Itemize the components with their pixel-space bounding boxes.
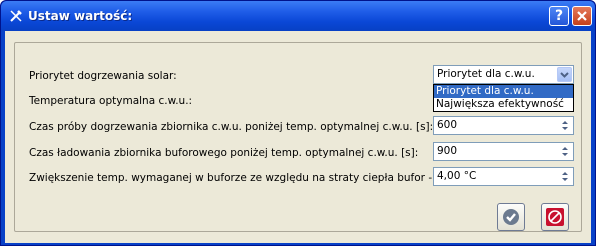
priority-select[interactable]: Priorytet dla c.w.u. xyxy=(433,65,574,84)
buffer-temp-increase-spinner[interactable]: 4,00 °C xyxy=(433,167,574,186)
label-buffer-temp-increase: Zwiększenie temp. wymaganej w buforze ze… xyxy=(29,172,458,184)
window-title: Ustaw wartość: xyxy=(28,9,133,23)
dropdown-option[interactable]: Priorytet dla c.w.u. xyxy=(434,85,573,98)
close-button[interactable] xyxy=(572,6,592,26)
dropdown-button[interactable] xyxy=(557,67,572,82)
label-optimal-temp: Temperatura optymalna c.w.u.: xyxy=(29,95,193,107)
close-icon xyxy=(577,11,587,21)
buffer-charge-time-spinner[interactable]: 900 xyxy=(433,142,574,161)
settings-panel: Priorytet dogrzewania solar: Temperatura… xyxy=(14,42,582,232)
label-priority: Priorytet dogrzewania solar: xyxy=(29,70,177,82)
dhw-trial-time-spinner[interactable]: 600 xyxy=(433,116,574,135)
label-buffer-charge-time: Czas ładowania zbiornika buforowego poni… xyxy=(29,147,419,159)
spinner-arrows-icon[interactable] xyxy=(559,118,571,133)
dialog-body: Priorytet dogrzewania solar: Temperatura… xyxy=(5,31,591,243)
spinner-arrows-icon[interactable] xyxy=(559,144,571,159)
title-bar[interactable]: Ustaw wartość: ? xyxy=(1,1,595,31)
chevron-down-icon xyxy=(560,72,569,78)
check-icon xyxy=(503,209,519,225)
spinner-value: 4,00 °C xyxy=(437,170,477,182)
dialog-window: Ustaw wartość: ? Priorytet dogrzewania s… xyxy=(0,0,596,246)
spinner-value: 600 xyxy=(437,119,458,131)
cancel-button[interactable] xyxy=(541,203,569,231)
spinner-value: 900 xyxy=(437,145,458,157)
tools-icon xyxy=(10,10,22,22)
dropdown-option[interactable]: Największa efektywność xyxy=(434,98,573,111)
priority-dropdown-list: Priorytet dla c.w.u. Największa efektywn… xyxy=(433,84,574,112)
no-entry-icon xyxy=(546,208,564,226)
help-icon: ? xyxy=(554,8,564,24)
spinner-arrows-icon[interactable] xyxy=(559,169,571,184)
priority-select-value: Priorytet dla c.w.u. xyxy=(437,68,535,80)
label-dhw-trial-time: Czas próby dogrzewania zbiornika c.w.u. … xyxy=(29,121,434,133)
help-button[interactable]: ? xyxy=(549,6,569,26)
ok-button[interactable] xyxy=(497,203,525,231)
